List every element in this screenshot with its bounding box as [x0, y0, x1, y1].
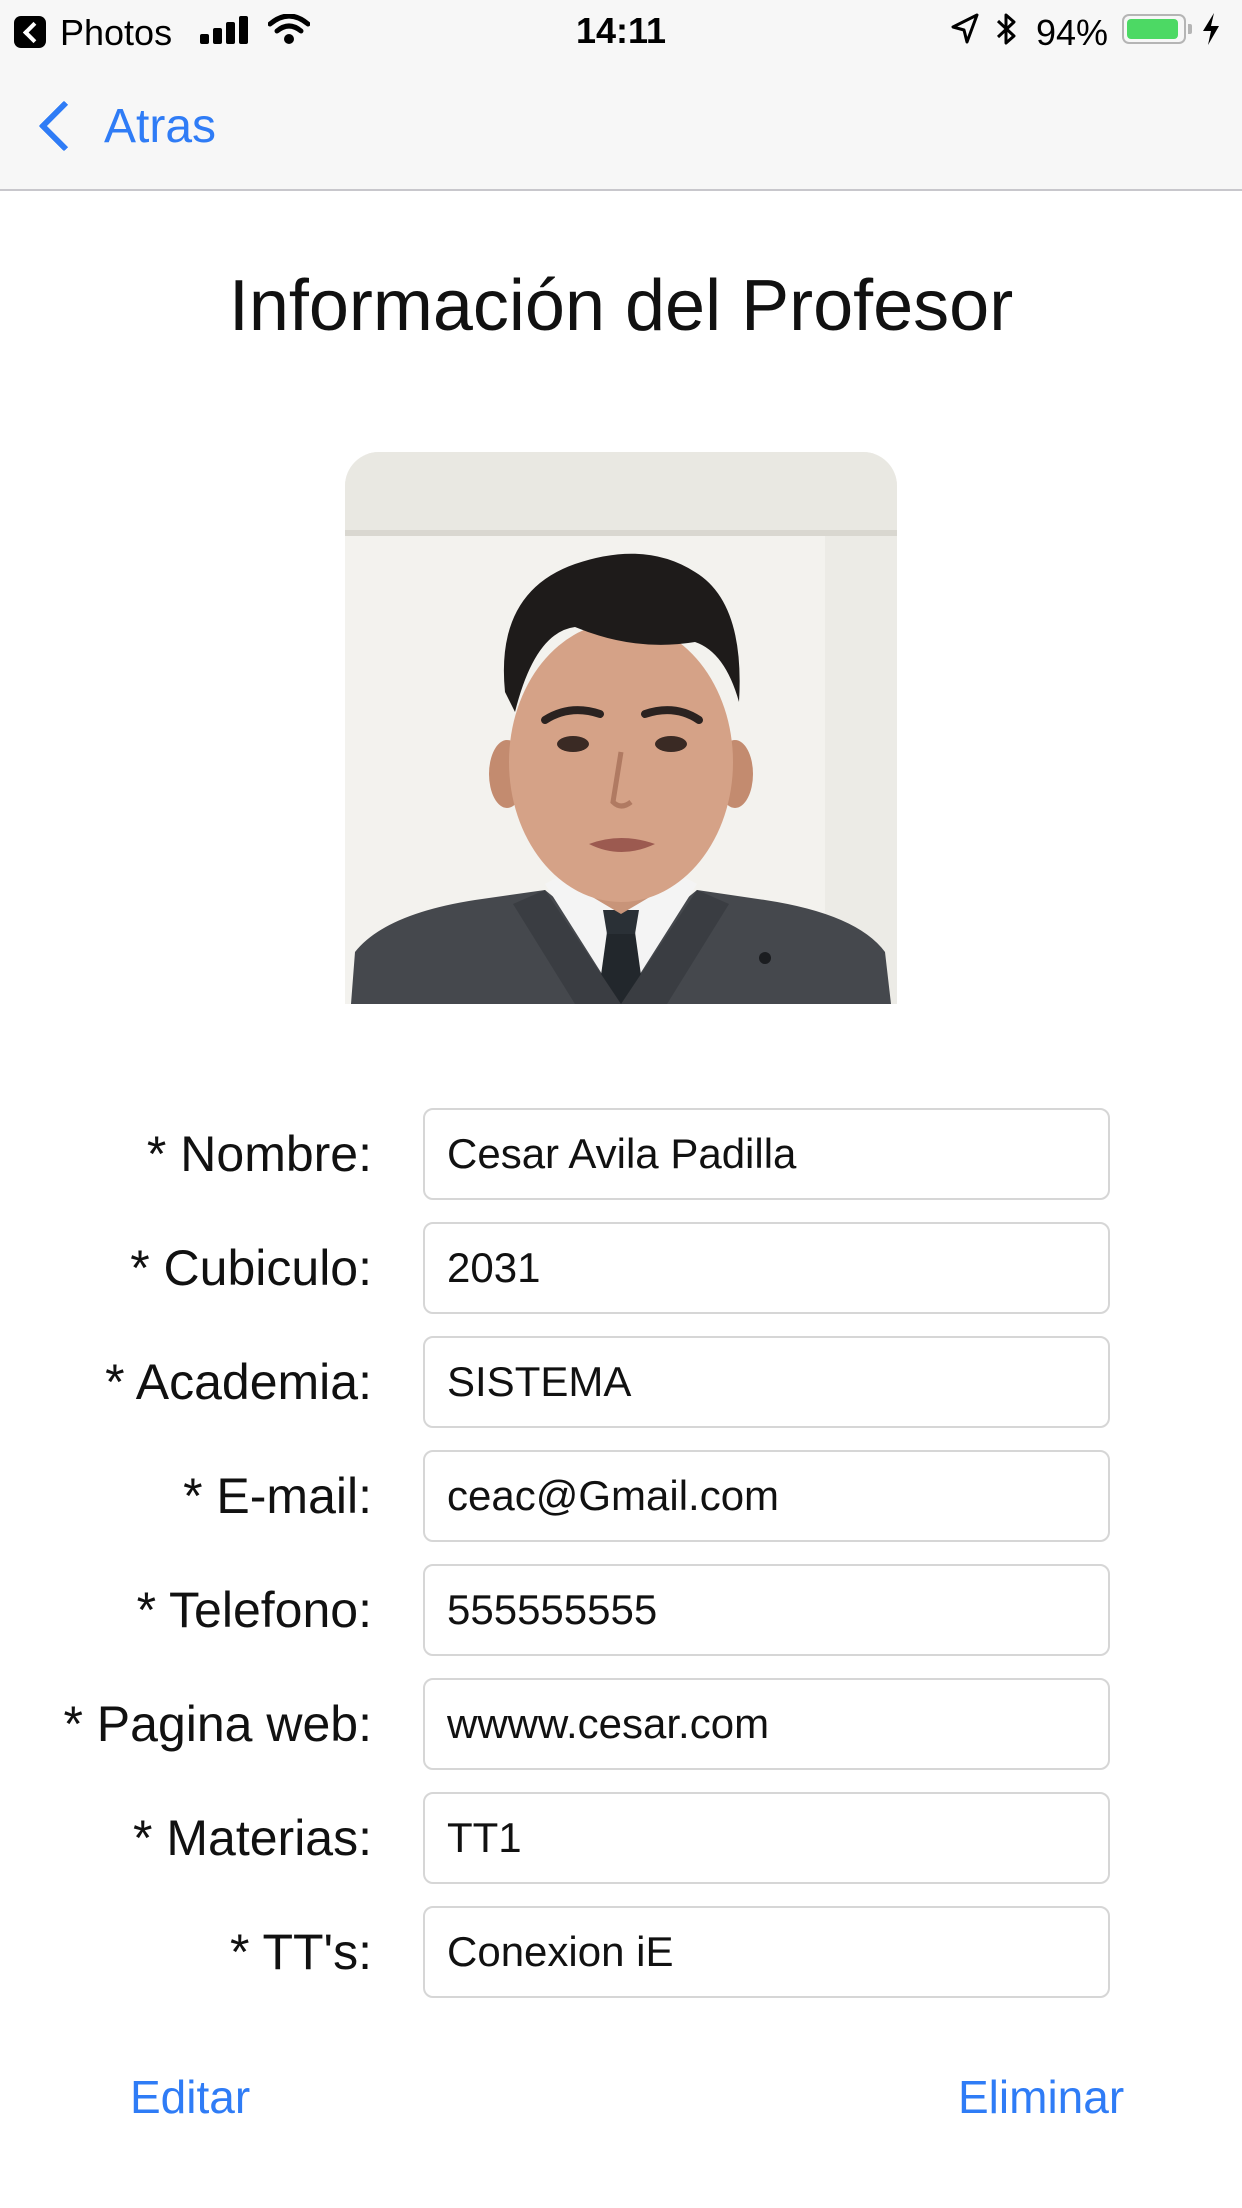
form-row-materias: * Materias: [0, 1792, 1242, 1884]
tts-label: * TT's: [230, 1924, 372, 1980]
back-button-label: Atras [104, 99, 217, 153]
cubiculo-label: * Cubiculo: [130, 1240, 372, 1296]
profile-photo [345, 452, 897, 1004]
form-row-tts: * TT's: [0, 1906, 1242, 1998]
telefono-field[interactable] [423, 1564, 1110, 1656]
location-arrow-icon [951, 13, 979, 44]
materias-label: * Materias: [133, 1810, 372, 1866]
form-row-academia: * Academia: [0, 1336, 1242, 1428]
email-field[interactable] [423, 1450, 1110, 1542]
form-row-pagina-web: * Pagina web: [0, 1678, 1242, 1770]
status-bar: Photos 14:11 94% [0, 0, 1242, 62]
email-label: * E-mail: [183, 1468, 372, 1524]
page-title: Información del Profesor [228, 266, 1014, 346]
edit-button[interactable]: Editar [130, 2070, 250, 2124]
nombre-field[interactable] [423, 1108, 1110, 1200]
form-row-email: * E-mail: [0, 1450, 1242, 1542]
materias-field[interactable] [423, 1792, 1110, 1884]
pagina-web-label: * Pagina web: [63, 1696, 372, 1752]
form-row-cubiculo: * Cubiculo: [0, 1222, 1242, 1314]
telefono-label: * Telefono: [136, 1582, 372, 1638]
delete-button[interactable]: Eliminar [958, 2070, 1124, 2124]
academia-label: * Academia: [105, 1354, 372, 1410]
navigation-bar: Atras [0, 62, 1242, 191]
form-row-nombre: * Nombre: [0, 1108, 1242, 1200]
tts-field[interactable] [423, 1906, 1110, 1998]
battery-percentage: 94% [1036, 12, 1109, 53]
form-row-telefono: * Telefono: [0, 1564, 1242, 1656]
bluetooth-icon [996, 13, 1016, 45]
chevron-left-icon [38, 100, 90, 152]
cubiculo-field[interactable] [423, 1222, 1110, 1314]
battery-icon [1122, 14, 1186, 44]
pagina-web-field[interactable] [423, 1678, 1110, 1770]
nombre-label: * Nombre: [146, 1126, 372, 1182]
charging-bolt-icon [1203, 13, 1219, 45]
battery-level-fill [1127, 19, 1178, 39]
academia-field[interactable] [423, 1336, 1110, 1428]
back-button[interactable]: Atras [32, 94, 216, 158]
battery-tip [1188, 24, 1192, 34]
